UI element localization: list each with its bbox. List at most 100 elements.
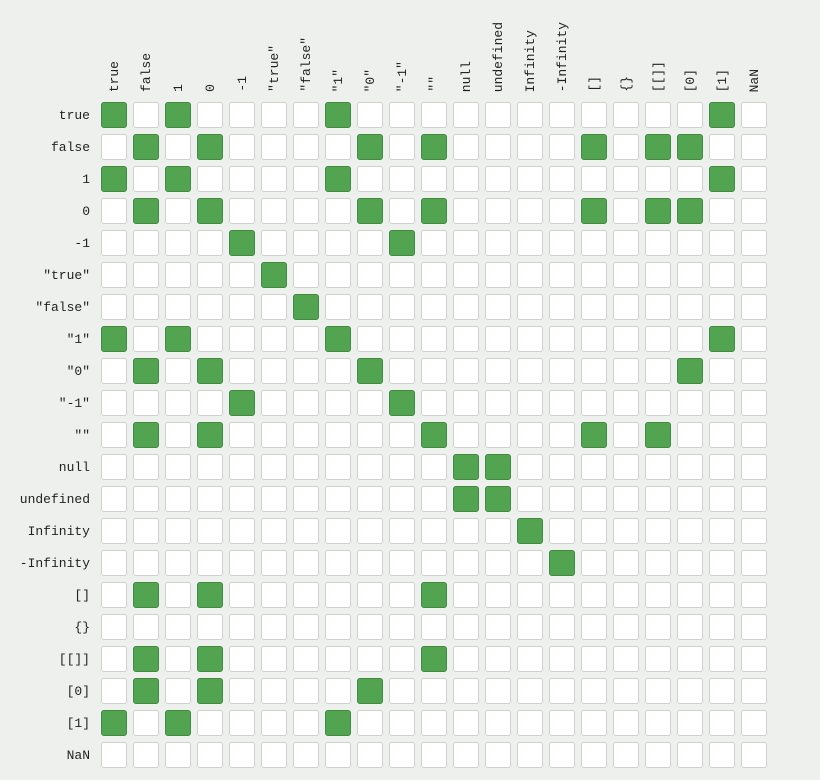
cell-false <box>261 358 287 384</box>
column-header-label: "false" <box>300 35 313 92</box>
cell-true <box>165 102 191 128</box>
cell-false <box>229 678 255 704</box>
cell-false <box>133 742 159 768</box>
cell-false <box>293 454 319 480</box>
matrix-row: "0" <box>10 358 770 384</box>
column-header: [1] <box>709 67 735 96</box>
cell-false <box>485 518 511 544</box>
cell-false <box>133 454 159 480</box>
cell-false <box>197 166 223 192</box>
cell-false <box>517 710 543 736</box>
cell-false <box>613 422 639 448</box>
cell-false <box>261 326 287 352</box>
cell-false <box>613 134 639 160</box>
cell-false <box>613 390 639 416</box>
cell-false <box>421 710 447 736</box>
cell-false <box>421 454 447 480</box>
cell-false <box>485 710 511 736</box>
cell-false <box>709 710 735 736</box>
cell-true <box>325 102 351 128</box>
cell-false <box>741 166 767 192</box>
cell-false <box>709 550 735 576</box>
cell-false <box>165 294 191 320</box>
cell-false <box>293 614 319 640</box>
cell-false <box>133 294 159 320</box>
cell-true <box>325 166 351 192</box>
cell-false <box>133 518 159 544</box>
cell-false <box>325 390 351 416</box>
cell-false <box>293 646 319 672</box>
cell-true <box>581 198 607 224</box>
cell-false <box>389 358 415 384</box>
row-label: "0" <box>10 364 98 379</box>
cell-false <box>101 742 127 768</box>
cell-false <box>549 230 575 256</box>
cell-false <box>645 614 671 640</box>
cell-true <box>421 582 447 608</box>
cell-false <box>421 326 447 352</box>
cell-false <box>581 518 607 544</box>
cell-false <box>485 326 511 352</box>
cell-false <box>741 358 767 384</box>
cell-false <box>101 582 127 608</box>
cell-false <box>325 486 351 512</box>
cell-false <box>645 326 671 352</box>
cell-false <box>613 678 639 704</box>
cell-false <box>741 230 767 256</box>
cell-true <box>581 422 607 448</box>
column-header: -1 <box>229 74 255 96</box>
cell-false <box>133 390 159 416</box>
cell-false <box>421 262 447 288</box>
cell-false <box>677 294 703 320</box>
matrix-row: true <box>10 102 770 128</box>
column-header: "true" <box>261 43 287 96</box>
matrix-row: [] <box>10 582 770 608</box>
cell-false <box>421 550 447 576</box>
cell-false <box>741 294 767 320</box>
row-label: "-1" <box>10 396 98 411</box>
cell-false <box>357 326 383 352</box>
cell-false <box>229 614 255 640</box>
cell-false <box>613 518 639 544</box>
cell-false <box>325 262 351 288</box>
row-label: {} <box>10 620 98 635</box>
cell-false <box>581 486 607 512</box>
cell-false <box>613 262 639 288</box>
column-header: Infinity <box>517 28 543 96</box>
cell-false <box>741 198 767 224</box>
cell-false <box>581 358 607 384</box>
cell-false <box>613 230 639 256</box>
cell-false <box>549 294 575 320</box>
column-header: [[]] <box>645 59 671 96</box>
matrix-row: -Infinity <box>10 550 770 576</box>
cell-false <box>485 262 511 288</box>
cell-false <box>549 358 575 384</box>
cell-false <box>261 518 287 544</box>
cell-false <box>261 742 287 768</box>
cell-false <box>357 262 383 288</box>
column-header: "0" <box>357 67 383 96</box>
cell-false <box>517 582 543 608</box>
cell-false <box>741 550 767 576</box>
cell-false <box>677 678 703 704</box>
cell-false <box>677 710 703 736</box>
cell-false <box>485 678 511 704</box>
cell-false <box>741 102 767 128</box>
matrix-row: "1" <box>10 326 770 352</box>
cell-false <box>389 454 415 480</box>
cell-false <box>261 390 287 416</box>
matrix-row: "false" <box>10 294 770 320</box>
cell-true <box>453 486 479 512</box>
cell-false <box>485 134 511 160</box>
cell-false <box>453 198 479 224</box>
cell-false <box>165 614 191 640</box>
cell-false <box>101 678 127 704</box>
cell-false <box>357 102 383 128</box>
cell-false <box>581 742 607 768</box>
cell-false <box>485 614 511 640</box>
cell-false <box>709 294 735 320</box>
cell-false <box>389 134 415 160</box>
matrix-row: false <box>10 134 770 160</box>
column-header: [] <box>581 74 607 96</box>
row-label: "" <box>10 428 98 443</box>
